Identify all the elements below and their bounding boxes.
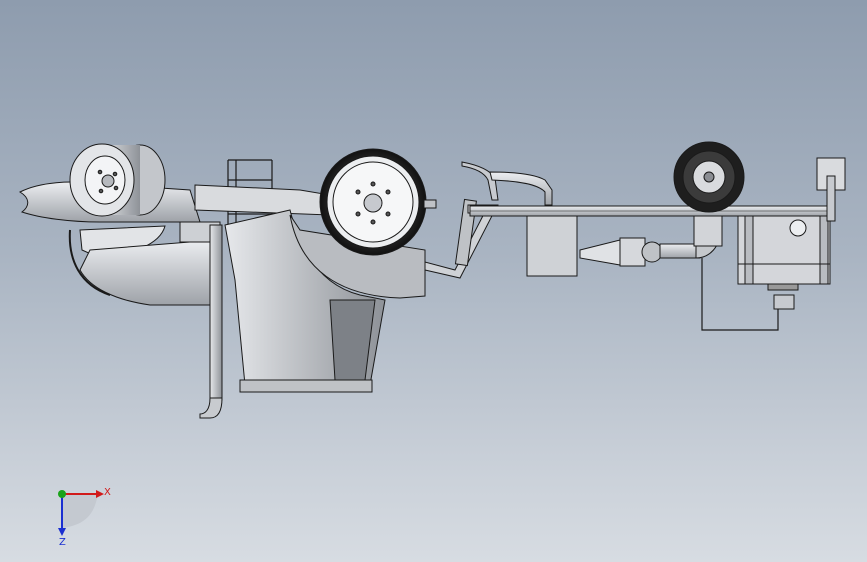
x-axis-label: X — [104, 487, 111, 498]
main-platform — [194, 184, 331, 216]
front-tank — [79, 239, 216, 306]
axis-triad — [58, 490, 104, 536]
main-wheel — [319, 148, 427, 256]
triad-shadow — [62, 494, 98, 528]
z-axis-arrowhead — [58, 528, 66, 536]
cad-viewport[interactable]: X Z — [0, 0, 867, 562]
x-axis-arrowhead — [96, 490, 104, 498]
rear-wheel — [673, 141, 745, 247]
z-axis-label: Z — [59, 537, 66, 548]
spare-wheel-front — [69, 143, 166, 217]
hopper-base — [239, 379, 373, 393]
rear-gearbox — [737, 215, 831, 310]
cad-model-scene[interactable] — [0, 0, 867, 562]
y-axis-point — [58, 490, 66, 498]
control-lever — [461, 161, 553, 206]
hanging-box — [526, 215, 578, 277]
